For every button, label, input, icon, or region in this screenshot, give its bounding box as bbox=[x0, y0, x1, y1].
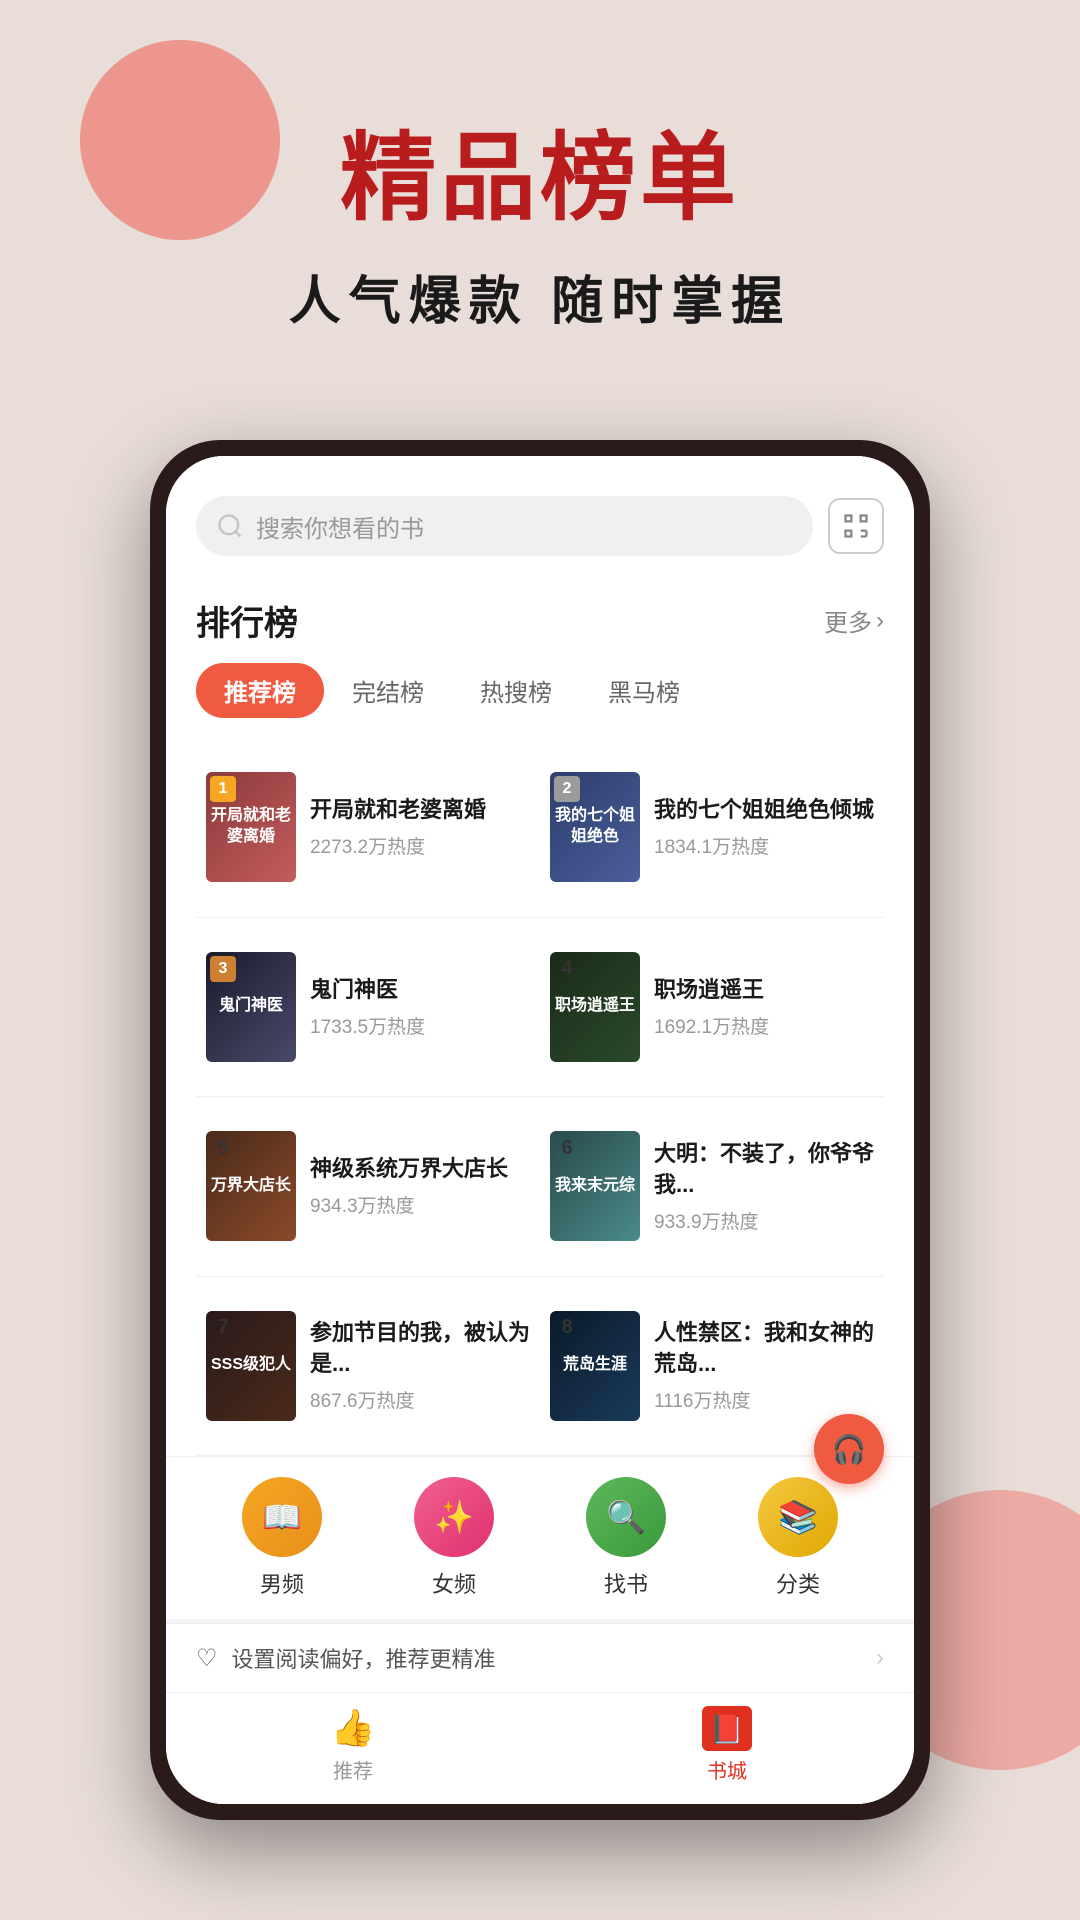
book-heat-7: 867.6万热度 bbox=[310, 1386, 530, 1413]
category-icons-section: 📖 男频 ✨ 女频 🔍 找书 bbox=[166, 1456, 914, 1619]
nav-recommend[interactable]: 👍 推荐 bbox=[332, 1707, 374, 1784]
floating-audio-button[interactable]: 🎧 bbox=[814, 1414, 884, 1484]
category-find[interactable]: 🔍 找书 bbox=[586, 1477, 666, 1599]
tab-recommended[interactable]: 推荐榜 bbox=[196, 663, 324, 718]
classify-icon: 📚 bbox=[758, 1477, 838, 1557]
pref-left: ♡ 设置阅读偏好，推荐更精准 bbox=[196, 1642, 496, 1674]
book-title-2: 我的七个姐姐绝色倾城 bbox=[654, 795, 874, 826]
recommend-nav-label: 推荐 bbox=[333, 1755, 373, 1784]
book-heat-4: 1692.1万热度 bbox=[654, 1012, 874, 1039]
book-info-2: 我的七个姐姐绝色倾城 1834.1万热度 bbox=[654, 795, 874, 859]
search-icon bbox=[216, 512, 244, 540]
tab-hot-search[interactable]: 热搜榜 bbox=[452, 663, 580, 718]
book-item-7[interactable]: SSS级犯人 7 参加节目的我，被认为是... 867.6万热度 bbox=[196, 1277, 540, 1457]
category-male[interactable]: 📖 男频 bbox=[242, 1477, 322, 1599]
header-title: 精品榜单 bbox=[0, 100, 1080, 239]
book-heat-2: 1834.1万热度 bbox=[654, 832, 874, 859]
book-info-3: 鬼门神医 1733.5万热度 bbox=[310, 975, 530, 1039]
phone-screen: 搜索你想看的书 排行榜 bbox=[166, 456, 914, 1804]
screen-content: 搜索你想看的书 排行榜 bbox=[166, 456, 914, 1804]
book-item-6[interactable]: 我来末元综 6 大明：不装了，你爷爷我... 933.9万热度 bbox=[540, 1097, 884, 1277]
ranking-section: 排行榜 更多 › 推荐榜 完结榜 热搜榜 黑马榜 bbox=[166, 576, 914, 1456]
book-heat-5: 934.3万热度 bbox=[310, 1191, 530, 1218]
book-title-6: 大明：不装了，你爷爷我... bbox=[654, 1139, 874, 1201]
classify-label: 分类 bbox=[776, 1567, 820, 1599]
book-item-1[interactable]: 开局就和老婆离婚 1 开局就和老婆离婚 2273.2万热度 bbox=[196, 738, 540, 918]
category-classify[interactable]: 📚 分类 bbox=[758, 1477, 838, 1599]
book-cover-4: 职场逍遥王 4 bbox=[550, 952, 640, 1062]
bookstore-nav-label: 书城 bbox=[707, 1755, 747, 1784]
category-female[interactable]: ✨ 女频 bbox=[414, 1477, 494, 1599]
search-bar-container: 搜索你想看的书 bbox=[166, 456, 914, 576]
heart-icon: ♡ bbox=[196, 1644, 218, 1673]
search-placeholder-text: 搜索你想看的书 bbox=[256, 509, 424, 544]
search-bar[interactable]: 搜索你想看的书 bbox=[196, 496, 813, 556]
book-heat-6: 933.9万热度 bbox=[654, 1207, 874, 1234]
pref-arrow: › bbox=[876, 1644, 884, 1672]
find-label: 找书 bbox=[604, 1567, 648, 1599]
book-info-7: 参加节目的我，被认为是... 867.6万热度 bbox=[310, 1318, 530, 1413]
male-icon: 📖 bbox=[242, 1477, 322, 1557]
book-cover-2: 我的七个姐姐绝色 2 bbox=[550, 772, 640, 882]
rank-badge-3: 3 bbox=[210, 956, 236, 982]
male-label: 男频 bbox=[260, 1567, 304, 1599]
female-icon: ✨ bbox=[414, 1477, 494, 1557]
book-info-6: 大明：不装了，你爷爷我... 933.9万热度 bbox=[654, 1139, 874, 1234]
book-cover-6: 我来末元综 6 bbox=[550, 1131, 640, 1241]
book-title-3: 鬼门神医 bbox=[310, 975, 530, 1006]
rank-badge-8: 8 bbox=[554, 1315, 580, 1341]
tab-completed[interactable]: 完结榜 bbox=[324, 663, 452, 718]
book-cover-7: SSS级犯人 7 bbox=[206, 1311, 296, 1421]
book-heat-8: 1116万热度 bbox=[654, 1386, 874, 1413]
book-item-3[interactable]: 鬼门神医 3 鬼门神医 1733.5万热度 bbox=[196, 918, 540, 1098]
header-subtitle: 人气爆款 随时掌握 bbox=[0, 259, 1080, 334]
book-cover-1: 开局就和老婆离婚 1 bbox=[206, 772, 296, 882]
preference-bar[interactable]: ♡ 设置阅读偏好，推荐更精准 › bbox=[166, 1623, 914, 1692]
book-title-4: 职场逍遥王 bbox=[654, 975, 874, 1006]
book-heat-1: 2273.2万热度 bbox=[310, 832, 530, 859]
nav-bookstore[interactable]: 📕 书城 bbox=[706, 1707, 748, 1784]
tabs-row: 推荐榜 完结榜 热搜榜 黑马榜 bbox=[196, 663, 884, 718]
rank-badge-5: 5 bbox=[210, 1135, 236, 1161]
recommend-icon: 👍 bbox=[332, 1707, 374, 1749]
book-item-5[interactable]: 万界大店长 5 神级系统万界大店长 934.3万热度 bbox=[196, 1097, 540, 1277]
ranking-section-title: 排行榜 bbox=[196, 596, 298, 645]
rank-badge-1: 1 bbox=[210, 776, 236, 802]
rank-badge-2: 2 bbox=[554, 776, 580, 802]
book-title-5: 神级系统万界大店长 bbox=[310, 1154, 530, 1185]
book-item-2[interactable]: 我的七个姐姐绝色 2 我的七个姐姐绝色倾城 1834.1万热度 bbox=[540, 738, 884, 918]
rank-badge-7: 7 bbox=[210, 1315, 236, 1341]
pref-text: 设置阅读偏好，推荐更精准 bbox=[232, 1642, 496, 1674]
icons-row: 📖 男频 ✨ 女频 🔍 找书 bbox=[196, 1477, 884, 1599]
ranking-more-button[interactable]: 更多 › bbox=[824, 603, 884, 638]
book-grid: 开局就和老婆离婚 1 开局就和老婆离婚 2273.2万热度 我的七个姐姐绝色 2 bbox=[196, 738, 884, 1456]
book-item-4[interactable]: 职场逍遥王 4 职场逍遥王 1692.1万热度 bbox=[540, 918, 884, 1098]
book-info-5: 神级系统万界大店长 934.3万热度 bbox=[310, 1154, 530, 1218]
female-label: 女频 bbox=[432, 1567, 476, 1599]
book-title-7: 参加节目的我，被认为是... bbox=[310, 1318, 530, 1380]
header-section: 精品榜单 人气爆款 随时掌握 bbox=[0, 100, 1080, 334]
book-info-1: 开局就和老婆离婚 2273.2万热度 bbox=[310, 795, 530, 859]
book-info-8: 人性禁区：我和女神的荒岛... 1116万热度 bbox=[654, 1318, 874, 1413]
book-heat-3: 1733.5万热度 bbox=[310, 1012, 530, 1039]
tab-dark-horse[interactable]: 黑马榜 bbox=[580, 663, 708, 718]
book-title-1: 开局就和老婆离婚 bbox=[310, 795, 530, 826]
find-icon: 🔍 bbox=[586, 1477, 666, 1557]
book-cover-5: 万界大店长 5 bbox=[206, 1131, 296, 1241]
book-cover-3: 鬼门神医 3 bbox=[206, 952, 296, 1062]
book-info-4: 职场逍遥王 1692.1万热度 bbox=[654, 975, 874, 1039]
phone-mockup: 搜索你想看的书 排行榜 bbox=[150, 440, 930, 1820]
rank-badge-6: 6 bbox=[554, 1135, 580, 1161]
rank-badge-4: 4 bbox=[554, 956, 580, 982]
book-title-8: 人性禁区：我和女神的荒岛... bbox=[654, 1318, 874, 1380]
bottom-nav: 👍 推荐 📕 书城 bbox=[166, 1692, 914, 1804]
ranking-header: 排行榜 更多 › bbox=[196, 596, 884, 645]
scan-icon[interactable] bbox=[828, 498, 884, 554]
book-cover-8: 荒岛生涯 8 bbox=[550, 1311, 640, 1421]
bookstore-icon: 📕 bbox=[706, 1707, 748, 1749]
headphone-icon: 🎧 bbox=[832, 1433, 867, 1466]
